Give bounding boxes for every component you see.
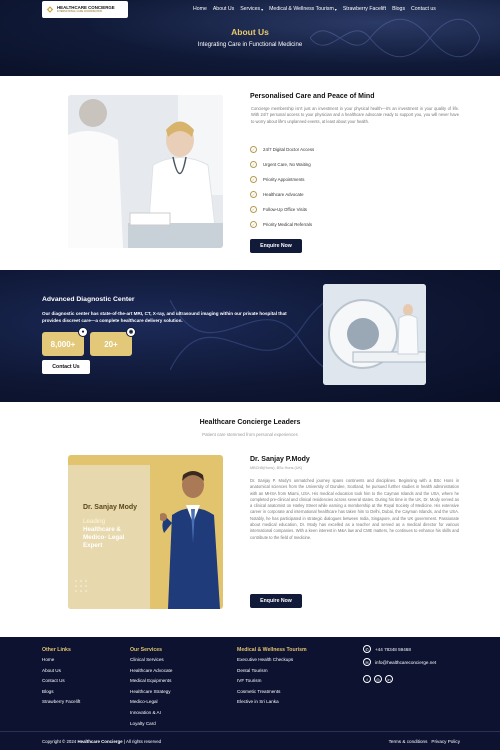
nav-item-tourism[interactable]: Medical & Wellness Tourism ▾ — [269, 6, 337, 12]
site-footer: Other Links Home About Us Contact Us Blo… — [0, 637, 500, 750]
card-leader-role: Leading Healthcare & Medico- Legal Exper… — [83, 518, 125, 549]
stat-card-patients: 8,000+ ● — [42, 327, 88, 356]
doctor-bio: Dr. Sanjay P. Mody's unmatched journey s… — [250, 478, 459, 540]
brand-tagline: INTERNATIONAL CARE COORDINATION — [57, 10, 103, 13]
nav-item-contact[interactable]: Contact us — [411, 6, 436, 12]
linkedin-icon[interactable]: in — [385, 675, 393, 683]
privacy-link[interactable]: Privacy Policy — [431, 739, 460, 744]
leader-profile-card: Dr. Sanjay Mody Leading Healthcare & Med… — [68, 455, 223, 609]
footer-link[interactable]: IVF Tourism — [237, 678, 307, 689]
leader-portrait — [160, 471, 220, 609]
check-circle-icon: ✓ — [250, 161, 257, 168]
nav-item-services[interactable]: Services ▾ — [240, 6, 263, 12]
stat-card-years: 20+ ◉ — [90, 327, 136, 356]
footer-link[interactable]: Loyalty Card — [130, 721, 172, 732]
footer-link[interactable]: Healthcare Advocate — [130, 668, 172, 679]
footer-link[interactable]: Strawberry Facelift — [42, 699, 80, 710]
chevron-down-icon: ▾ — [334, 6, 337, 12]
footer-link[interactable]: Home — [42, 657, 80, 668]
facebook-icon[interactable]: f — [363, 675, 371, 683]
check-circle-icon: ✓ — [250, 146, 257, 153]
mail-icon: ✉ — [363, 658, 371, 666]
logo-mark-icon — [46, 6, 54, 13]
contact-us-button[interactable]: Contact Us — [42, 360, 90, 374]
list-item: ✓ Follow-Up Office Visits — [250, 206, 308, 213]
diagnostic-title: Advanced Diagnostic Center — [42, 296, 135, 303]
list-item: ✓ Healthcare Advocate — [250, 191, 304, 198]
footer-services: Our Services Clinical Services Healthcar… — [130, 647, 172, 731]
footer-link[interactable]: Healthcare Strategy — [130, 689, 172, 700]
diagnostic-description: Our diagnostic center has state-of-the-a… — [42, 311, 287, 323]
list-item: ✓ 24/7 Digital Doctor Access — [250, 146, 315, 153]
consultation-illustration — [68, 95, 223, 248]
enquire-now-button[interactable]: Enquire Now — [250, 594, 302, 608]
doctor-consultation-photo — [68, 95, 223, 248]
footer-link[interactable]: Dental Tourism — [237, 668, 307, 679]
legal-links: Terms & conditions Privacy Policy — [389, 739, 460, 744]
footer-link[interactable]: Blogs — [42, 689, 80, 700]
nav-item-facelift[interactable]: Strawberry Facelift — [343, 6, 386, 12]
footer-link[interactable]: Cosmetic Treatments — [237, 689, 307, 700]
footer-phone[interactable]: ✆ +44 78348 59468 — [363, 645, 411, 653]
page-title: About Us — [231, 27, 269, 37]
user-icon: ● — [78, 327, 88, 337]
footer-tourism: Medical & Wellness Tourism Executive Hea… — [237, 647, 307, 710]
check-circle-icon: ✓ — [250, 221, 257, 228]
brand-logo[interactable]: HEALTHCARE CONCIERGE INTERNATIONAL CARE … — [42, 1, 128, 18]
leaders-title: Healthcare Concierge Leaders — [199, 419, 301, 426]
chevron-down-icon: ▾ — [261, 6, 264, 12]
mri-illustration — [323, 284, 426, 385]
nav-item-blogs[interactable]: Blogs — [392, 6, 405, 12]
check-circle-icon: ✓ — [250, 176, 257, 183]
list-item: ✓ Priority Appointments — [250, 176, 305, 183]
terms-link[interactable]: Terms & conditions — [389, 739, 428, 744]
card-leader-name: Dr. Sanjay Mody — [83, 504, 138, 511]
social-links: f ◎ in — [363, 675, 393, 683]
instagram-icon[interactable]: ◎ — [374, 675, 382, 683]
nav-item-home[interactable]: Home — [193, 6, 207, 12]
check-circle-icon: ✓ — [250, 206, 257, 213]
doctor-name: Dr. Sanjay P.Mody — [250, 456, 310, 463]
footer-divider — [0, 731, 500, 732]
footer-link[interactable]: Executive Health Checkups — [237, 657, 307, 668]
footer-other-links: Other Links Home About Us Contact Us Blo… — [42, 647, 80, 710]
hero-header: HEALTHCARE CONCIERGE INTERNATIONAL CARE … — [0, 0, 500, 76]
list-item: ✓ Priority Medical Referrals — [250, 221, 313, 228]
nav-item-about[interactable]: About Us — [213, 6, 234, 12]
feature-list: ✓ 24/7 Digital Doctor Access ✓ Urgent Care… — [250, 142, 314, 232]
list-item: ✓ Urgent Care, No Waiting — [250, 161, 311, 168]
footer-link[interactable]: About Us — [42, 668, 80, 679]
peace-section-title: Personalised Care and Peace of Mind — [250, 93, 375, 100]
mri-scanner-photo — [323, 284, 426, 385]
dna-background-graphic — [310, 18, 480, 58]
doctor-credentials: MBChB(Hons), BSc Hons (UK) — [250, 466, 303, 470]
phone-icon: ✆ — [363, 645, 371, 653]
copyright-text: Copyright © 2024 Healthcare Concierge | … — [42, 739, 162, 744]
diagnostic-section: Advanced Diagnostic Center Our diagnosti… — [0, 270, 500, 402]
footer-link[interactable]: Medical Equipments — [130, 678, 172, 689]
footer-link[interactable]: Medico-Legal — [130, 699, 172, 710]
footer-link[interactable]: Contact Us — [42, 678, 80, 689]
footer-email[interactable]: ✉ info@healthcareconcierge.net — [363, 658, 436, 666]
enquire-now-button[interactable]: Enquire Now — [250, 239, 302, 253]
footer-link[interactable]: Innovation & AI — [130, 710, 172, 721]
eye-icon: ◉ — [126, 327, 136, 337]
dot-pattern-decoration — [75, 580, 87, 592]
peace-section-paragraph: Concierge membership isn't just an inves… — [251, 106, 459, 124]
footer-link[interactable]: Clinical Services — [130, 657, 172, 668]
leaders-subtitle: Patient care stemmed from personal exper… — [202, 432, 298, 437]
footer-link[interactable]: Elective in Sri Lanka — [237, 699, 307, 710]
main-nav: Home About Us Services ▾ Medical & Wellne… — [193, 6, 442, 12]
check-circle-icon: ✓ — [250, 191, 257, 198]
page-subtitle: Integrating Care in Functional Medicine — [197, 42, 303, 48]
